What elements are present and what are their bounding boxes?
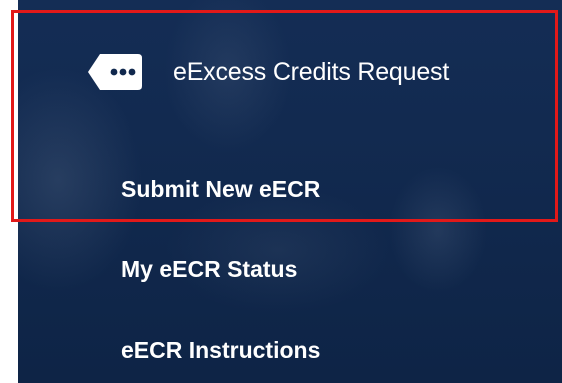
nav-item-my-eecr-status[interactable]: My eECR Status xyxy=(121,256,297,283)
nav-menu-panel: eExcess Credits Request Submit New eECR … xyxy=(18,0,562,383)
chat-bubble-ellipsis-icon xyxy=(86,52,144,92)
nav-item-eecr-instructions[interactable]: eECR Instructions xyxy=(121,337,320,364)
nav-section-header[interactable]: eExcess Credits Request xyxy=(86,46,449,98)
nav-section-title: eExcess Credits Request xyxy=(173,57,450,86)
nav-item-submit-new-eecr[interactable]: Submit New eECR xyxy=(121,176,320,203)
